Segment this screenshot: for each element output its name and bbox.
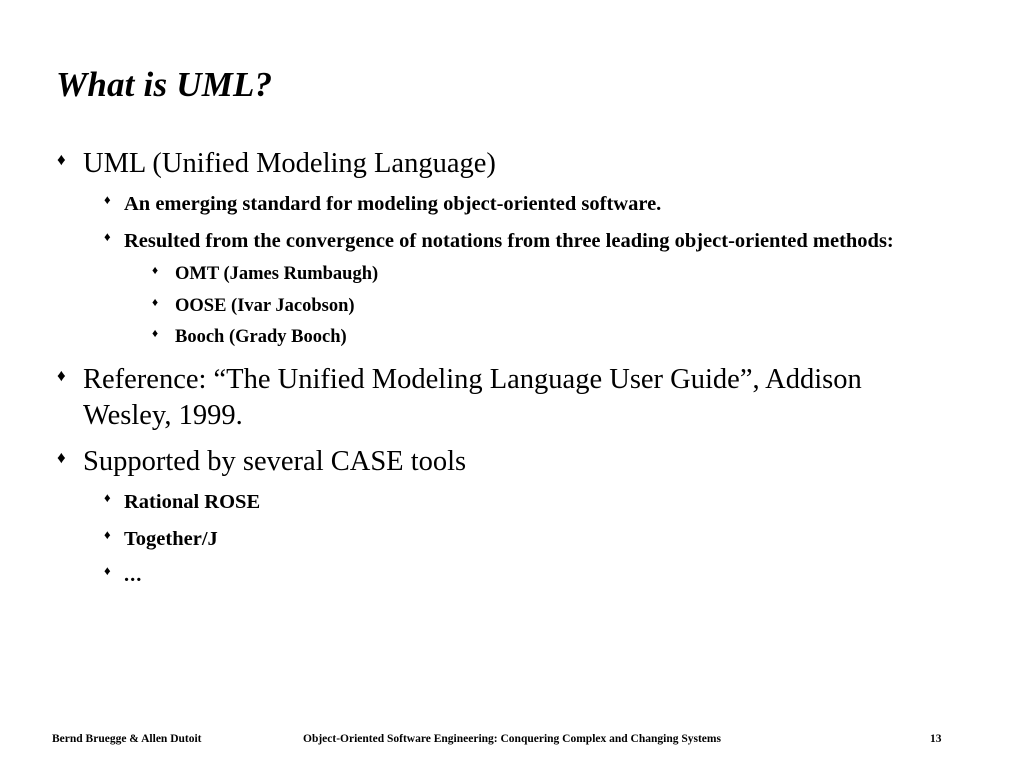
list-item: ♦ Resulted from the convergence of notat… xyxy=(104,228,934,255)
diamond-bullet-icon: ♦ xyxy=(152,325,159,340)
list-item-label: Rational ROSE xyxy=(124,491,261,514)
list-item-label: UML (Unified Modeling Language) xyxy=(83,148,496,179)
slide-footer: Bernd Bruegge & Allen Dutoit Object-Orie… xyxy=(0,730,1024,752)
diamond-bullet-icon: ♦ xyxy=(104,192,111,208)
list-item-label: OMT (James Rumbaugh) xyxy=(175,264,379,285)
diamond-bullet-icon: ♦ xyxy=(57,150,66,169)
diamond-bullet-icon: ♦ xyxy=(104,228,111,244)
diamond-bullet-icon: ♦ xyxy=(152,294,159,309)
list-item-label: Supported by several CASE tools xyxy=(83,445,467,477)
diamond-bullet-icon: ♦ xyxy=(104,563,111,579)
diamond-bullet-icon: ♦ xyxy=(57,365,66,385)
slide: What is UML? ♦ UML (Unified Modeling Lan… xyxy=(0,0,1024,768)
list-item-label: Booch (Grady Booch) xyxy=(175,326,347,347)
list-item-label: Resulted from the convergence of notatio… xyxy=(124,229,894,252)
diamond-bullet-icon: ♦ xyxy=(104,526,111,542)
list-item: ♦ Rational ROSE xyxy=(104,489,934,516)
list-item: ♦ OMT (James Rumbaugh) xyxy=(152,262,912,286)
footer-page-number: 13 xyxy=(930,733,942,745)
list-item-label: OOSE (Ivar Jacobson) xyxy=(175,295,355,316)
list-item-label: Together/J xyxy=(124,527,218,550)
list-item: ♦ An emerging standard for modeling obje… xyxy=(104,191,934,218)
list-item: ♦ ... xyxy=(104,562,934,589)
list-item: ♦ Together/J xyxy=(104,526,934,553)
list-item: ♦ UML (Unified Modeling Language) xyxy=(57,146,937,182)
list-item: ♦ OOSE (Ivar Jacobson) xyxy=(152,294,912,318)
slide-body: ♦ UML (Unified Modeling Language) ♦ An e… xyxy=(0,146,1024,592)
page-title: What is UML? xyxy=(56,65,273,105)
diamond-bullet-icon: ♦ xyxy=(152,263,159,278)
diamond-bullet-icon: ♦ xyxy=(57,447,66,467)
list-item: ♦ Supported by several CASE tools xyxy=(57,444,937,480)
list-item: ♦ Booch (Grady Booch) xyxy=(152,325,912,349)
list-item-label: An emerging standard for modeling object… xyxy=(124,193,662,216)
diamond-bullet-icon: ♦ xyxy=(104,490,111,506)
list-item-label: ... xyxy=(124,564,143,587)
list-item-label: Reference: “The Unified Modeling Languag… xyxy=(83,363,862,431)
list-item: ♦ Reference: “The Unified Modeling Langu… xyxy=(57,362,937,434)
footer-book-title: Object-Oriented Software Engineering: Co… xyxy=(303,733,721,745)
